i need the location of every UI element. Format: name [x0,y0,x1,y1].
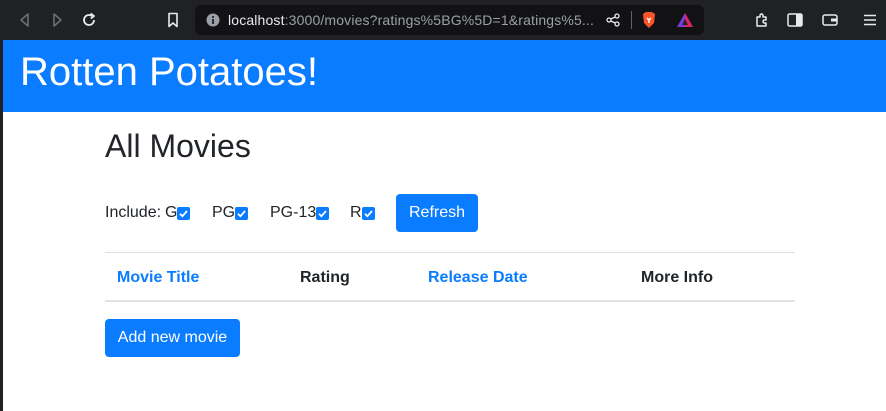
url-divider [631,11,632,29]
url-text[interactable]: localhost:3000/movies?ratings%5BG%5D=1&r… [228,12,594,28]
app-navbar: Rotten Potatoes! [3,40,886,112]
forward-icon[interactable] [47,10,67,30]
browser-toolbar: localhost:3000/movies?ratings%5BG%5D=1&r… [0,0,886,40]
page-title: All Movies [105,128,251,164]
ratings-filter-form: Include: G PG PG-13 R Refresh [105,194,605,232]
checkmark-icon [237,210,246,218]
movies-table: Movie Title Rating Release Date More Inf… [105,252,795,302]
rating-label-pg: PG [212,204,236,221]
column-header-more-info: More Info [641,269,713,286]
extensions-icon[interactable] [752,10,772,30]
table-header-row: Movie Title Rating Release Date More Inf… [105,252,795,302]
menu-icon[interactable] [860,10,880,30]
address-bar[interactable]: localhost:3000/movies?ratings%5BG%5D=1&r… [195,5,704,35]
rating-checkbox-pg[interactable] [235,207,248,220]
url-host: localhost [228,12,285,28]
rating-label-r: R [350,204,362,221]
rating-checkbox-g[interactable] [177,207,190,220]
checkmark-icon [318,210,327,218]
brave-rewards-icon[interactable] [676,12,694,28]
reload-icon[interactable] [79,10,99,30]
sidebar-icon[interactable] [785,10,805,30]
share-icon[interactable] [606,13,620,27]
refresh-button[interactable]: Refresh [396,194,478,232]
rating-label-g: G [165,204,178,221]
include-label: Include: [105,204,162,221]
back-icon[interactable] [15,10,35,30]
url-path: :3000/movies?ratings%5BG%5D=1&ratings%5.… [284,12,595,28]
rating-checkbox-pg13[interactable] [316,207,329,220]
add-new-movie-button[interactable]: Add new movie [105,319,240,357]
site-info-icon[interactable] [206,13,220,27]
column-header-release-date[interactable]: Release Date [428,269,528,287]
checkmark-icon [179,210,188,218]
rating-label-pg13: PG-13 [270,204,317,221]
checkmark-icon [364,210,373,218]
wallet-icon[interactable] [820,10,840,30]
bookmark-icon[interactable] [163,10,183,30]
brave-shields-icon[interactable] [641,11,657,29]
rating-checkbox-r[interactable] [362,207,375,220]
column-header-movie-title[interactable]: Movie Title [117,269,199,287]
brand-title[interactable]: Rotten Potatoes! [20,50,318,95]
column-header-rating: Rating [300,269,350,286]
